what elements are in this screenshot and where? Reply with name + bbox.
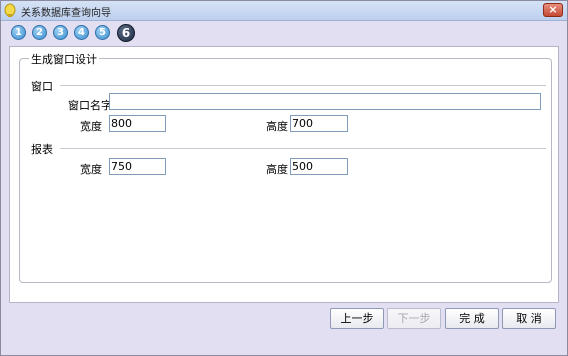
prev-button[interactable]: 上一步 bbox=[330, 308, 384, 329]
close-button[interactable]: × bbox=[543, 3, 563, 17]
content-panel: 生成窗口设计 窗口 窗口名字 宽度 高度 报表 宽度 高度 bbox=[9, 46, 559, 303]
finish-button[interactable]: 完 成 bbox=[445, 308, 499, 329]
step-5[interactable]: 5 bbox=[95, 25, 110, 40]
step-1[interactable]: 1 bbox=[11, 25, 26, 40]
window-title: 关系数据库查询向导 bbox=[21, 8, 111, 19]
window-name-input[interactable] bbox=[109, 93, 541, 110]
window-name-label: 窗口名字 bbox=[68, 99, 112, 112]
group-legend: 生成窗口设计 bbox=[29, 51, 99, 67]
window-height-input[interactable] bbox=[290, 115, 348, 132]
window-height-label: 高度 bbox=[266, 120, 288, 133]
window-width-input[interactable] bbox=[109, 115, 166, 132]
report-height-input[interactable] bbox=[290, 158, 348, 175]
cancel-button[interactable]: 取 消 bbox=[502, 308, 556, 329]
step-2[interactable]: 2 bbox=[32, 25, 47, 40]
step-4[interactable]: 4 bbox=[74, 25, 89, 40]
report-width-label: 宽度 bbox=[80, 163, 102, 176]
window-section-label: 窗口 bbox=[31, 80, 53, 93]
step-6[interactable]: 6 bbox=[117, 24, 135, 42]
title-bar: 关系数据库查询向导 × bbox=[1, 1, 567, 21]
report-section-divider bbox=[60, 148, 546, 149]
window-design-group: 生成窗口设计 窗口 窗口名字 宽度 高度 报表 宽度 高度 bbox=[19, 51, 552, 283]
window-section-divider bbox=[60, 85, 546, 86]
next-button[interactable]: 下一步 bbox=[387, 308, 441, 329]
wizard-window: 关系数据库查询向导 × 1 2 3 4 5 6 生成窗口设计 窗口 窗口名字 宽… bbox=[0, 0, 568, 356]
report-section-label: 报表 bbox=[31, 143, 53, 156]
report-height-label: 高度 bbox=[266, 163, 288, 176]
app-icon bbox=[4, 3, 16, 17]
step-3[interactable]: 3 bbox=[53, 25, 68, 40]
window-width-label: 宽度 bbox=[80, 120, 102, 133]
report-width-input[interactable] bbox=[109, 158, 166, 175]
